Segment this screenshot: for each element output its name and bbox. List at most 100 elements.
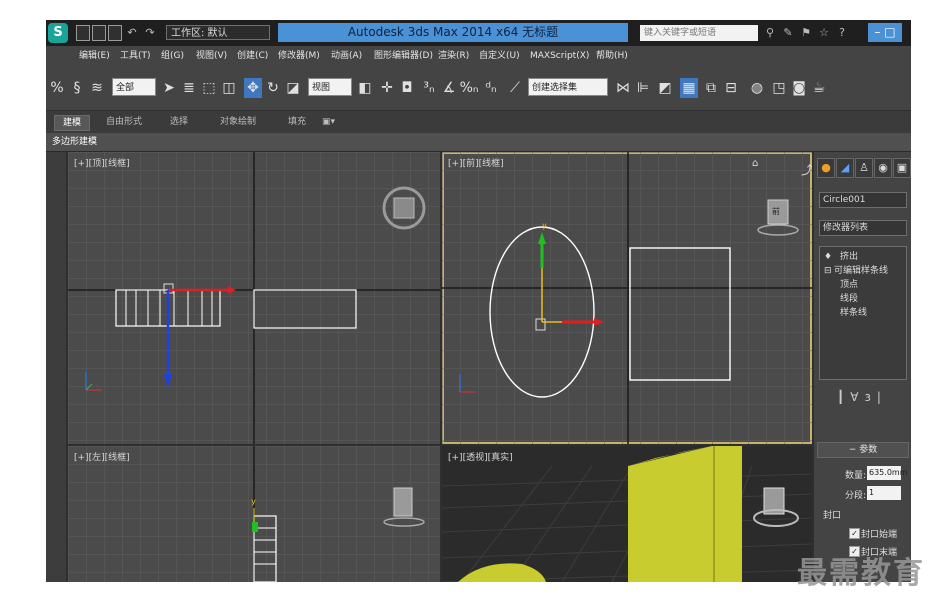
link-icon[interactable]: %	[48, 78, 66, 98]
workspace-dropdown[interactable]: 工作区: 默认	[166, 25, 270, 40]
keyboard-shortcut-icon[interactable]: ◘	[398, 78, 416, 98]
menu-edit[interactable]: 编辑(E)	[79, 49, 110, 63]
menu-rendering[interactable]: 渲染(R)	[438, 49, 469, 63]
tab-selection[interactable]: 选择	[170, 115, 188, 129]
menu-customize[interactable]: 自定义(U)	[479, 49, 520, 63]
subscription-icon[interactable]: ✎	[782, 26, 794, 39]
amount-input[interactable]: 635.0mm	[867, 466, 908, 480]
selection-filter-dropdown[interactable]: 全部	[112, 78, 156, 96]
percent-snap-icon[interactable]: %ₙ	[460, 78, 479, 98]
menu-modifiers[interactable]: 修改器(M)	[278, 49, 320, 63]
stack-item-editable-spline[interactable]: 可编辑样条线	[834, 265, 888, 277]
curve-editor-icon[interactable]: ⧉	[702, 78, 720, 98]
window-crossing-icon[interactable]: ◫	[220, 78, 238, 98]
object-name-field[interactable]: Circle001	[819, 192, 907, 208]
open-file-icon[interactable]	[92, 25, 106, 41]
communication-icon[interactable]: ⚑	[800, 26, 812, 39]
undo-icon[interactable]: ↶	[126, 26, 138, 39]
menu-group[interactable]: 组(G)	[161, 49, 184, 63]
stack-lightbulb-icon[interactable]: ♦	[824, 251, 832, 263]
favorites-icon[interactable]: ☆	[818, 26, 830, 39]
pivot-center-icon[interactable]: ◧	[356, 78, 374, 98]
motion-panel-icon[interactable]: ◉	[874, 158, 892, 178]
ribbon-options-icon[interactable]: ▣▾	[322, 115, 335, 129]
remove-modifier-icon[interactable]: |	[877, 390, 887, 404]
rendered-frame-icon[interactable]: ◙	[790, 78, 808, 98]
stack-item-extrude[interactable]: 挤出	[840, 251, 858, 263]
cap-start-checkbox[interactable]: ✓	[849, 528, 860, 539]
menu-views[interactable]: 视图(V)	[196, 49, 227, 63]
select-manipulate-icon[interactable]: ✛	[378, 78, 396, 98]
menu-graph-editors[interactable]: 图形编辑器(D)	[374, 49, 433, 63]
display-panel-icon[interactable]: ▣	[893, 158, 911, 178]
main-toolbar: % § ≋ 全部 ➤ ≣ ⬚ ◫ ✥ ↻ ◪ 视图 ◧ ✛ ◘ ³ₙ ∡ %ₙ …	[46, 66, 911, 111]
bind-space-warp-icon[interactable]: ≋	[88, 78, 106, 98]
reference-coordinate-dropdown[interactable]: 视图	[308, 78, 352, 96]
render-setup-icon[interactable]: ◳	[770, 78, 788, 98]
tab-modeling[interactable]: 建模	[54, 115, 91, 131]
spinner-snap-icon[interactable]: ᵈₙ	[482, 78, 500, 98]
segments-input[interactable]: 1	[867, 486, 901, 500]
minimize-button[interactable]: – □	[868, 23, 902, 42]
named-selection-dropdown[interactable]: 创建选择集	[528, 78, 608, 96]
edit-named-selection-icon[interactable]: ⟋	[506, 78, 524, 98]
select-by-name-icon[interactable]: ≣	[180, 78, 198, 98]
viewport-left-label[interactable]: [+][左][线框]	[74, 450, 130, 463]
select-rotate-icon[interactable]: ↻	[264, 78, 282, 98]
menu-help[interactable]: 帮助(H)	[596, 49, 628, 63]
menu-animation[interactable]: 动画(A)	[331, 49, 362, 63]
graphite-toggle-icon[interactable]: ▦	[680, 78, 698, 98]
select-object-icon[interactable]: ➤	[160, 78, 178, 98]
stack-item-spline[interactable]: 样条线	[840, 307, 867, 319]
viewport-left[interactable]: y [+][左][线框]	[68, 446, 440, 582]
polygon-modeling-tab[interactable]: 多边形建模	[52, 135, 97, 149]
select-scale-icon[interactable]: ◪	[284, 78, 302, 98]
material-editor-icon[interactable]: ◍	[748, 78, 766, 98]
angle-snap-icon[interactable]: ∡	[440, 78, 458, 98]
stack-item-vertex[interactable]: 顶点	[840, 279, 858, 291]
menu-tools[interactable]: 工具(T)	[120, 49, 151, 63]
tab-object-paint[interactable]: 对象绘制	[220, 115, 256, 129]
tab-populate[interactable]: 填充	[288, 115, 306, 129]
new-file-icon[interactable]	[76, 25, 90, 41]
stack-tools-row: ┃∀ɜ|	[837, 390, 907, 408]
layer-manager-icon[interactable]: ◩	[656, 78, 674, 98]
extruded-box-mesh	[628, 446, 742, 582]
binoculars-icon[interactable]: ⚲	[764, 26, 776, 39]
search-input[interactable]: 键入关键字或短语	[640, 25, 758, 41]
unlink-icon[interactable]: §	[68, 78, 86, 98]
render-production-icon[interactable]: ☕	[810, 78, 828, 98]
modify-panel-icon[interactable]: ◢	[836, 158, 854, 178]
viewport-area: [+][顶][线框] y ⤴ ⌂ 前 [+][前][线框] y [+][左][线…	[46, 152, 814, 582]
redo-icon[interactable]: ↷	[144, 26, 156, 39]
cap-start-label: 封口始端	[861, 530, 898, 540]
app-logo-icon[interactable]: S	[48, 23, 68, 43]
snaps-toggle-icon[interactable]: ³ₙ	[420, 78, 438, 98]
create-panel-icon[interactable]: ●	[817, 158, 835, 178]
viewport-perspective-label[interactable]: [+][透视][真实]	[448, 450, 513, 463]
stack-expand-icon[interactable]: ⊟	[824, 265, 832, 277]
tab-freeform[interactable]: 自由形式	[106, 115, 142, 129]
align-icon[interactable]: ⊫	[634, 78, 652, 98]
viewport-front-label[interactable]: [+][前][线框]	[448, 156, 504, 169]
amount-label: 数量:	[845, 471, 867, 481]
mirror-icon[interactable]: ⋈	[614, 78, 632, 98]
viewport-top-label[interactable]: [+][顶][线框]	[74, 156, 130, 169]
viewport-perspective[interactable]: [+][透视][真实]	[442, 446, 812, 582]
show-end-result-icon[interactable]: ∀	[850, 390, 864, 404]
viewport-top[interactable]: [+][顶][线框]	[68, 152, 440, 444]
help-icon[interactable]: ?	[836, 26, 848, 39]
modifier-list-dropdown[interactable]: 修改器列表	[819, 220, 907, 236]
viewport-front[interactable]: y ⤴ ⌂ 前 [+][前][线框]	[442, 152, 812, 444]
schematic-view-icon[interactable]: ⊟	[722, 78, 740, 98]
make-unique-icon[interactable]: ɜ	[864, 390, 876, 404]
parameters-rollout[interactable]: − 参数	[817, 442, 909, 458]
hierarchy-panel-icon[interactable]: ♙	[855, 158, 873, 178]
pin-stack-icon[interactable]: ┃	[837, 390, 850, 404]
menu-create[interactable]: 创建(C)	[237, 49, 268, 63]
rectangular-selection-icon[interactable]: ⬚	[200, 78, 218, 98]
menu-maxscript[interactable]: MAXScript(X)	[530, 49, 589, 63]
select-move-icon[interactable]: ✥	[244, 78, 262, 98]
save-file-icon[interactable]	[108, 25, 122, 41]
stack-item-segment[interactable]: 线段	[840, 293, 858, 305]
